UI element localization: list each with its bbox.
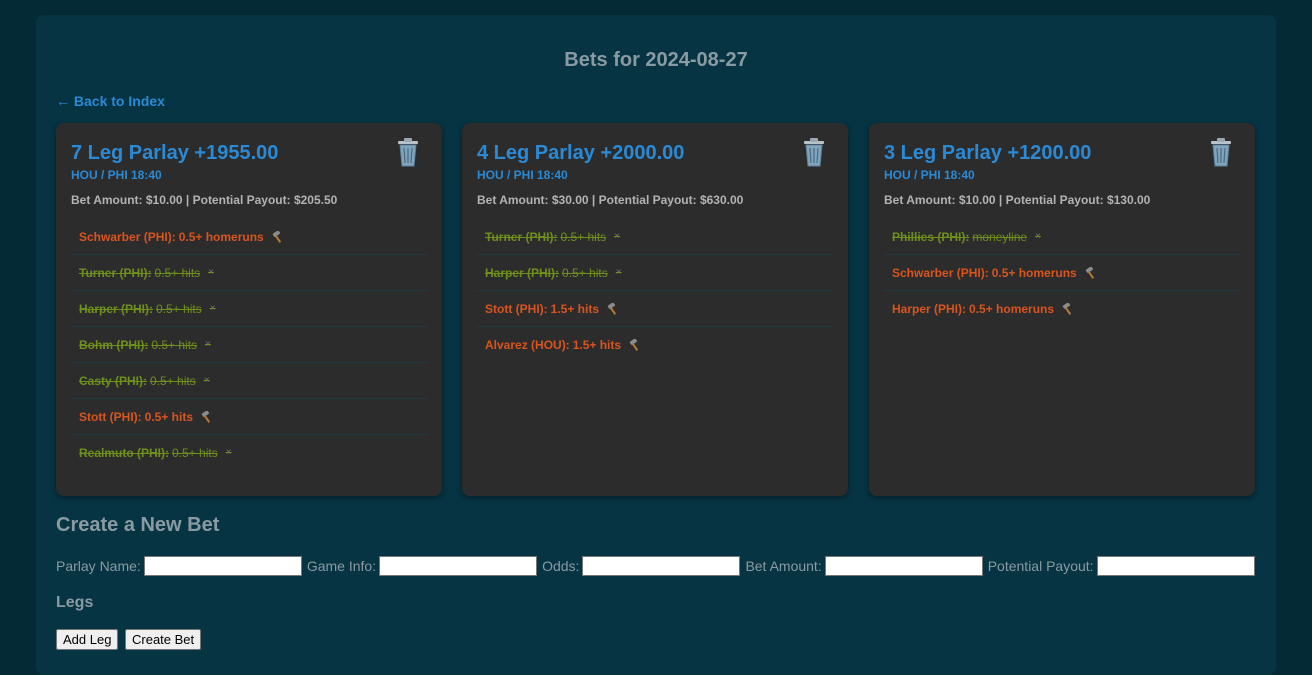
- create-bet-heading: Create a New Bet: [56, 514, 220, 536]
- parlay-card: 4 Leg Parlay +2000.00 HOU / PHI 18:40 Bet …: [462, 123, 848, 496]
- close-icon[interactable]: ×: [614, 231, 620, 242]
- leg-prop: 0.5+ hits: [562, 265, 608, 280]
- leg-player: Phillies (PHI):: [892, 229, 970, 244]
- leg-item: Phillies (PHI): moneyline ×: [884, 219, 1240, 255]
- leg-player: Alvarez (HOU):: [485, 337, 570, 352]
- leg-item: Harper (PHI): 0.5+ hits ×: [71, 291, 427, 327]
- game-info: HOU / PHI 18:40: [884, 168, 975, 182]
- hammer-icon: [1062, 301, 1074, 315]
- leg-item: Casty (PHI): 0.5+ hits ×: [71, 363, 427, 399]
- close-icon[interactable]: ×: [210, 303, 216, 314]
- legs-list: Turner (PHI): 0.5+ hits × Harper (PHI): 0.5+…: [477, 219, 833, 362]
- parlay-title: 4 Leg Parlay +2000.00: [477, 142, 685, 164]
- close-icon[interactable]: ×: [226, 447, 232, 458]
- leg-player: Casty (PHI):: [79, 373, 148, 388]
- leg-item: Turner (PHI): 0.5+ hits ×: [477, 219, 833, 255]
- close-icon[interactable]: ×: [1035, 231, 1041, 242]
- leg-item: Schwarber (PHI): 0.5+ homeruns: [71, 219, 427, 255]
- leg-item: Harper (PHI): 0.5+ hits ×: [477, 255, 833, 291]
- close-icon[interactable]: ×: [204, 375, 210, 386]
- leg-item: Bohm (PHI): 0.5+ hits ×: [71, 327, 427, 363]
- back-to-index-link[interactable]: ← Back to Index: [56, 93, 165, 109]
- trash-icon[interactable]: [800, 137, 828, 167]
- leg-prop: 0.5+ hits: [144, 409, 194, 424]
- leg-item: Stott (PHI): 1.5+ hits: [477, 291, 833, 327]
- game-info-input[interactable]: [379, 556, 538, 576]
- parlay-name-input[interactable]: [143, 556, 302, 576]
- leg-item: Realmuto (PHI): 0.5+ hits ×: [71, 435, 427, 470]
- main-container: Bets for 2024-08-27 ← Back to Index 7 Le…: [36, 15, 1276, 675]
- leg-prop: 0.5+ hits: [560, 229, 607, 244]
- leg-player: Harper (PHI):: [485, 265, 560, 280]
- leg-item: Harper (PHI): 0.5+ homeruns: [884, 291, 1240, 326]
- leg-player: Realmuto (PHI):: [79, 445, 169, 460]
- leg-player: Stott (PHI):: [485, 301, 548, 316]
- hammer-icon: [1085, 265, 1097, 279]
- legs-list: Schwarber (PHI): 0.5+ homeruns Turner (PHI…: [71, 219, 427, 470]
- game-info: HOU / PHI 18:40: [71, 168, 162, 182]
- leg-player: Stott (PHI):: [79, 409, 142, 424]
- hammer-icon: [201, 409, 213, 423]
- create-bet-button[interactable]: Create Bet: [125, 629, 202, 650]
- leg-player: Schwarber (PHI):: [892, 265, 989, 280]
- page-title: Bets for 2024-08-27: [564, 49, 748, 71]
- close-icon[interactable]: ×: [205, 339, 211, 350]
- potential-payout-label: Potential Payout:: [987, 558, 1094, 574]
- leg-player: Harper (PHI):: [79, 301, 154, 316]
- legs-list: Phillies (PHI): moneyline × Schwarber (PHI)…: [884, 219, 1240, 326]
- leg-player: Bohm (PHI):: [79, 337, 149, 352]
- leg-prop: 1.5+ hits: [550, 301, 600, 316]
- leg-player: Turner (PHI):: [79, 265, 152, 280]
- leg-prop: 0.5+ hits: [151, 337, 198, 352]
- trash-icon[interactable]: [394, 137, 422, 167]
- game-info-label: Game Info:: [306, 558, 377, 574]
- trash-icon[interactable]: [1207, 137, 1235, 167]
- hammer-icon: [629, 337, 641, 351]
- potential-payout-input[interactable]: [1096, 556, 1255, 576]
- leg-prop: moneyline: [972, 229, 1028, 244]
- parlay-name-label: Parlay Name:: [56, 558, 141, 574]
- bet-amount-info: Bet Amount: $10.00 | Potential Payout: $…: [71, 193, 338, 207]
- leg-item: Schwarber (PHI): 0.5+ homeruns: [884, 255, 1240, 291]
- bet-amount-info: Bet Amount: $30.00 | Potential Payout: $…: [477, 193, 744, 207]
- legs-heading: Legs: [56, 594, 94, 611]
- leg-player: Schwarber (PHI):: [79, 229, 176, 244]
- leg-prop: 0.5+ hits: [154, 265, 201, 280]
- leg-item: Stott (PHI): 0.5+ hits: [71, 399, 427, 435]
- add-leg-button[interactable]: Add Leg: [56, 629, 119, 650]
- leg-item: Alvarez (HOU): 1.5+ hits: [477, 327, 833, 362]
- bet-amount-info: Bet Amount: $10.00 | Potential Payout: $…: [884, 193, 1151, 207]
- parlay-card: 3 Leg Parlay +1200.00 HOU / PHI 18:40 Bet …: [869, 123, 1255, 496]
- close-icon[interactable]: ×: [616, 267, 622, 278]
- bet-amount-input[interactable]: [824, 556, 983, 576]
- game-info: HOU / PHI 18:40: [477, 168, 568, 182]
- close-icon[interactable]: ×: [208, 267, 214, 278]
- leg-prop: 0.5+ hits: [150, 373, 196, 388]
- leg-prop: 0.5+ homeruns: [991, 265, 1077, 280]
- leg-prop: 0.5+ hits: [172, 445, 218, 460]
- leg-player: Turner (PHI):: [485, 229, 558, 244]
- leg-prop: 0.5+ hits: [156, 301, 202, 316]
- parlay-card: 7 Leg Parlay +1955.00 HOU / PHI 18:40 Bet …: [56, 123, 442, 496]
- bet-amount-label: Bet Amount:: [745, 558, 822, 574]
- parlay-title: 7 Leg Parlay +1955.00: [71, 142, 279, 164]
- create-bet-form: Parlay Name: Game Info: Odds: Bet Amount…: [56, 556, 1260, 576]
- hammer-icon: [272, 229, 284, 243]
- leg-player: Harper (PHI):: [892, 301, 967, 316]
- hammer-icon: [607, 301, 619, 315]
- leg-prop: 0.5+ homeruns: [969, 301, 1055, 316]
- leg-prop: 1.5+ hits: [572, 337, 622, 352]
- leg-item: Turner (PHI): 0.5+ hits ×: [71, 255, 427, 291]
- parlay-title: 3 Leg Parlay +1200.00: [884, 142, 1092, 164]
- odds-input[interactable]: [582, 556, 741, 576]
- odds-label: Odds:: [542, 558, 580, 574]
- leg-prop: 0.5+ homeruns: [178, 229, 264, 244]
